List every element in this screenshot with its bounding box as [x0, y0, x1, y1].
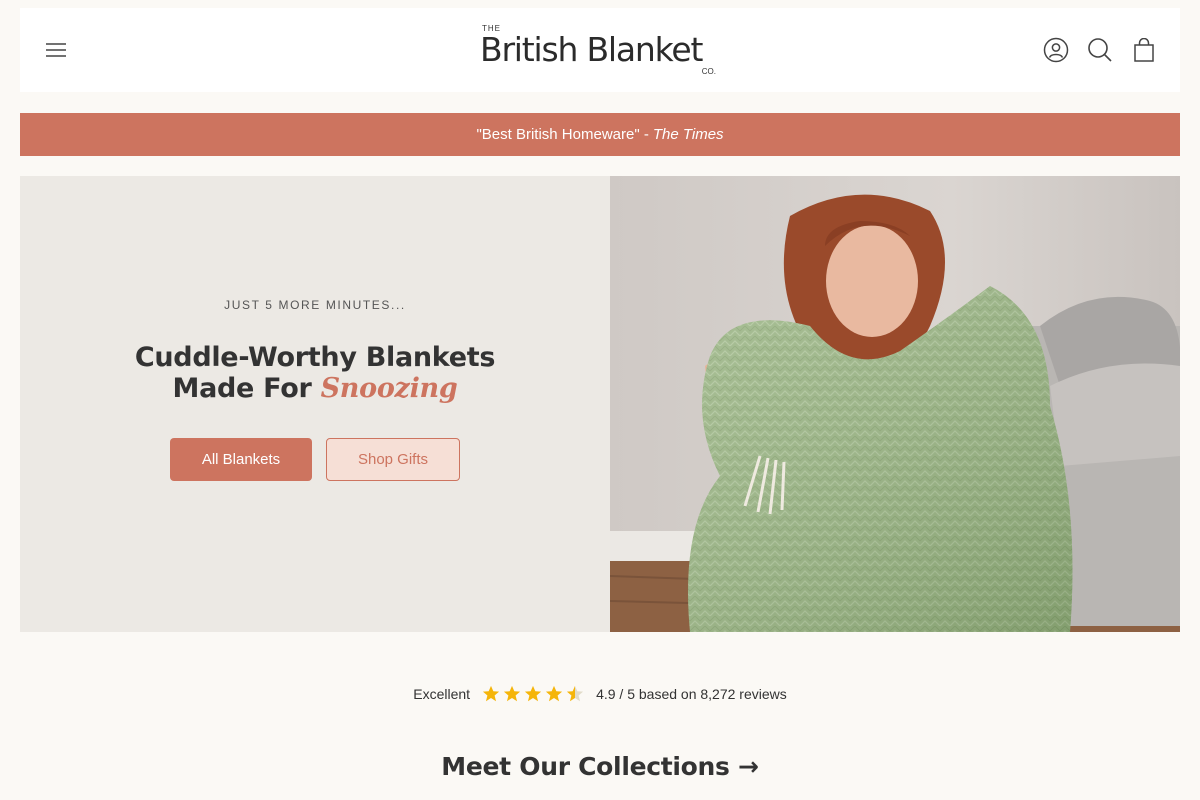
hero-buttons: All Blankets Shop Gifts: [170, 437, 460, 481]
hero-photo-illustration: [610, 176, 1180, 632]
review-summary[interactable]: Excellent 4.9 / 5 based on 8,272 reviews: [0, 680, 1200, 708]
announcement-source: The Times: [652, 126, 724, 143]
logo-co: CO.: [701, 67, 716, 76]
hero-text-panel: JUST 5 MORE MINUTES... Cuddle-Worthy Bla…: [20, 176, 610, 632]
collections-heading-link[interactable]: Meet Our Collections →: [0, 752, 1200, 781]
hero-title-accent: Snoozing: [320, 372, 458, 404]
star-icon: [524, 685, 542, 702]
star-icon: [545, 685, 563, 702]
cart-button[interactable]: [1130, 36, 1158, 64]
bag-icon: [1134, 38, 1154, 62]
header-actions: [1042, 36, 1158, 64]
announcement-quote: "Best British Homeware" -: [476, 126, 649, 143]
rating-stars: [482, 685, 584, 703]
half-star-icon: [566, 685, 584, 702]
star-icon: [503, 685, 521, 702]
shop-gifts-button[interactable]: Shop Gifts: [326, 437, 460, 481]
rating-summary: 4.9 / 5 based on 8,272 reviews: [596, 686, 787, 702]
account-icon: [1043, 37, 1069, 63]
rating-word: Excellent: [413, 686, 471, 702]
menu-icon: [46, 43, 66, 57]
hero-image: [610, 176, 1180, 632]
hero-eyebrow: JUST 5 MORE MINUTES...: [224, 297, 406, 312]
announcement-bar: "Best British Homeware" - The Times: [20, 113, 1180, 156]
hero-title: Cuddle-Worthy Blankets Made For Snoozing: [105, 342, 525, 404]
logo-wordmark: British Blanket: [480, 30, 703, 69]
search-button[interactable]: [1086, 36, 1114, 64]
hero-banner: JUST 5 MORE MINUTES... Cuddle-Worthy Bla…: [20, 176, 1180, 632]
site-logo[interactable]: THE British Blanket CO.: [480, 24, 720, 76]
search-icon: [1088, 38, 1112, 62]
site-header: THE British Blanket CO.: [20, 8, 1180, 92]
menu-button[interactable]: [42, 36, 70, 64]
account-button[interactable]: [1042, 36, 1070, 64]
star-icon: [482, 685, 500, 702]
all-blankets-button[interactable]: All Blankets: [170, 437, 312, 481]
